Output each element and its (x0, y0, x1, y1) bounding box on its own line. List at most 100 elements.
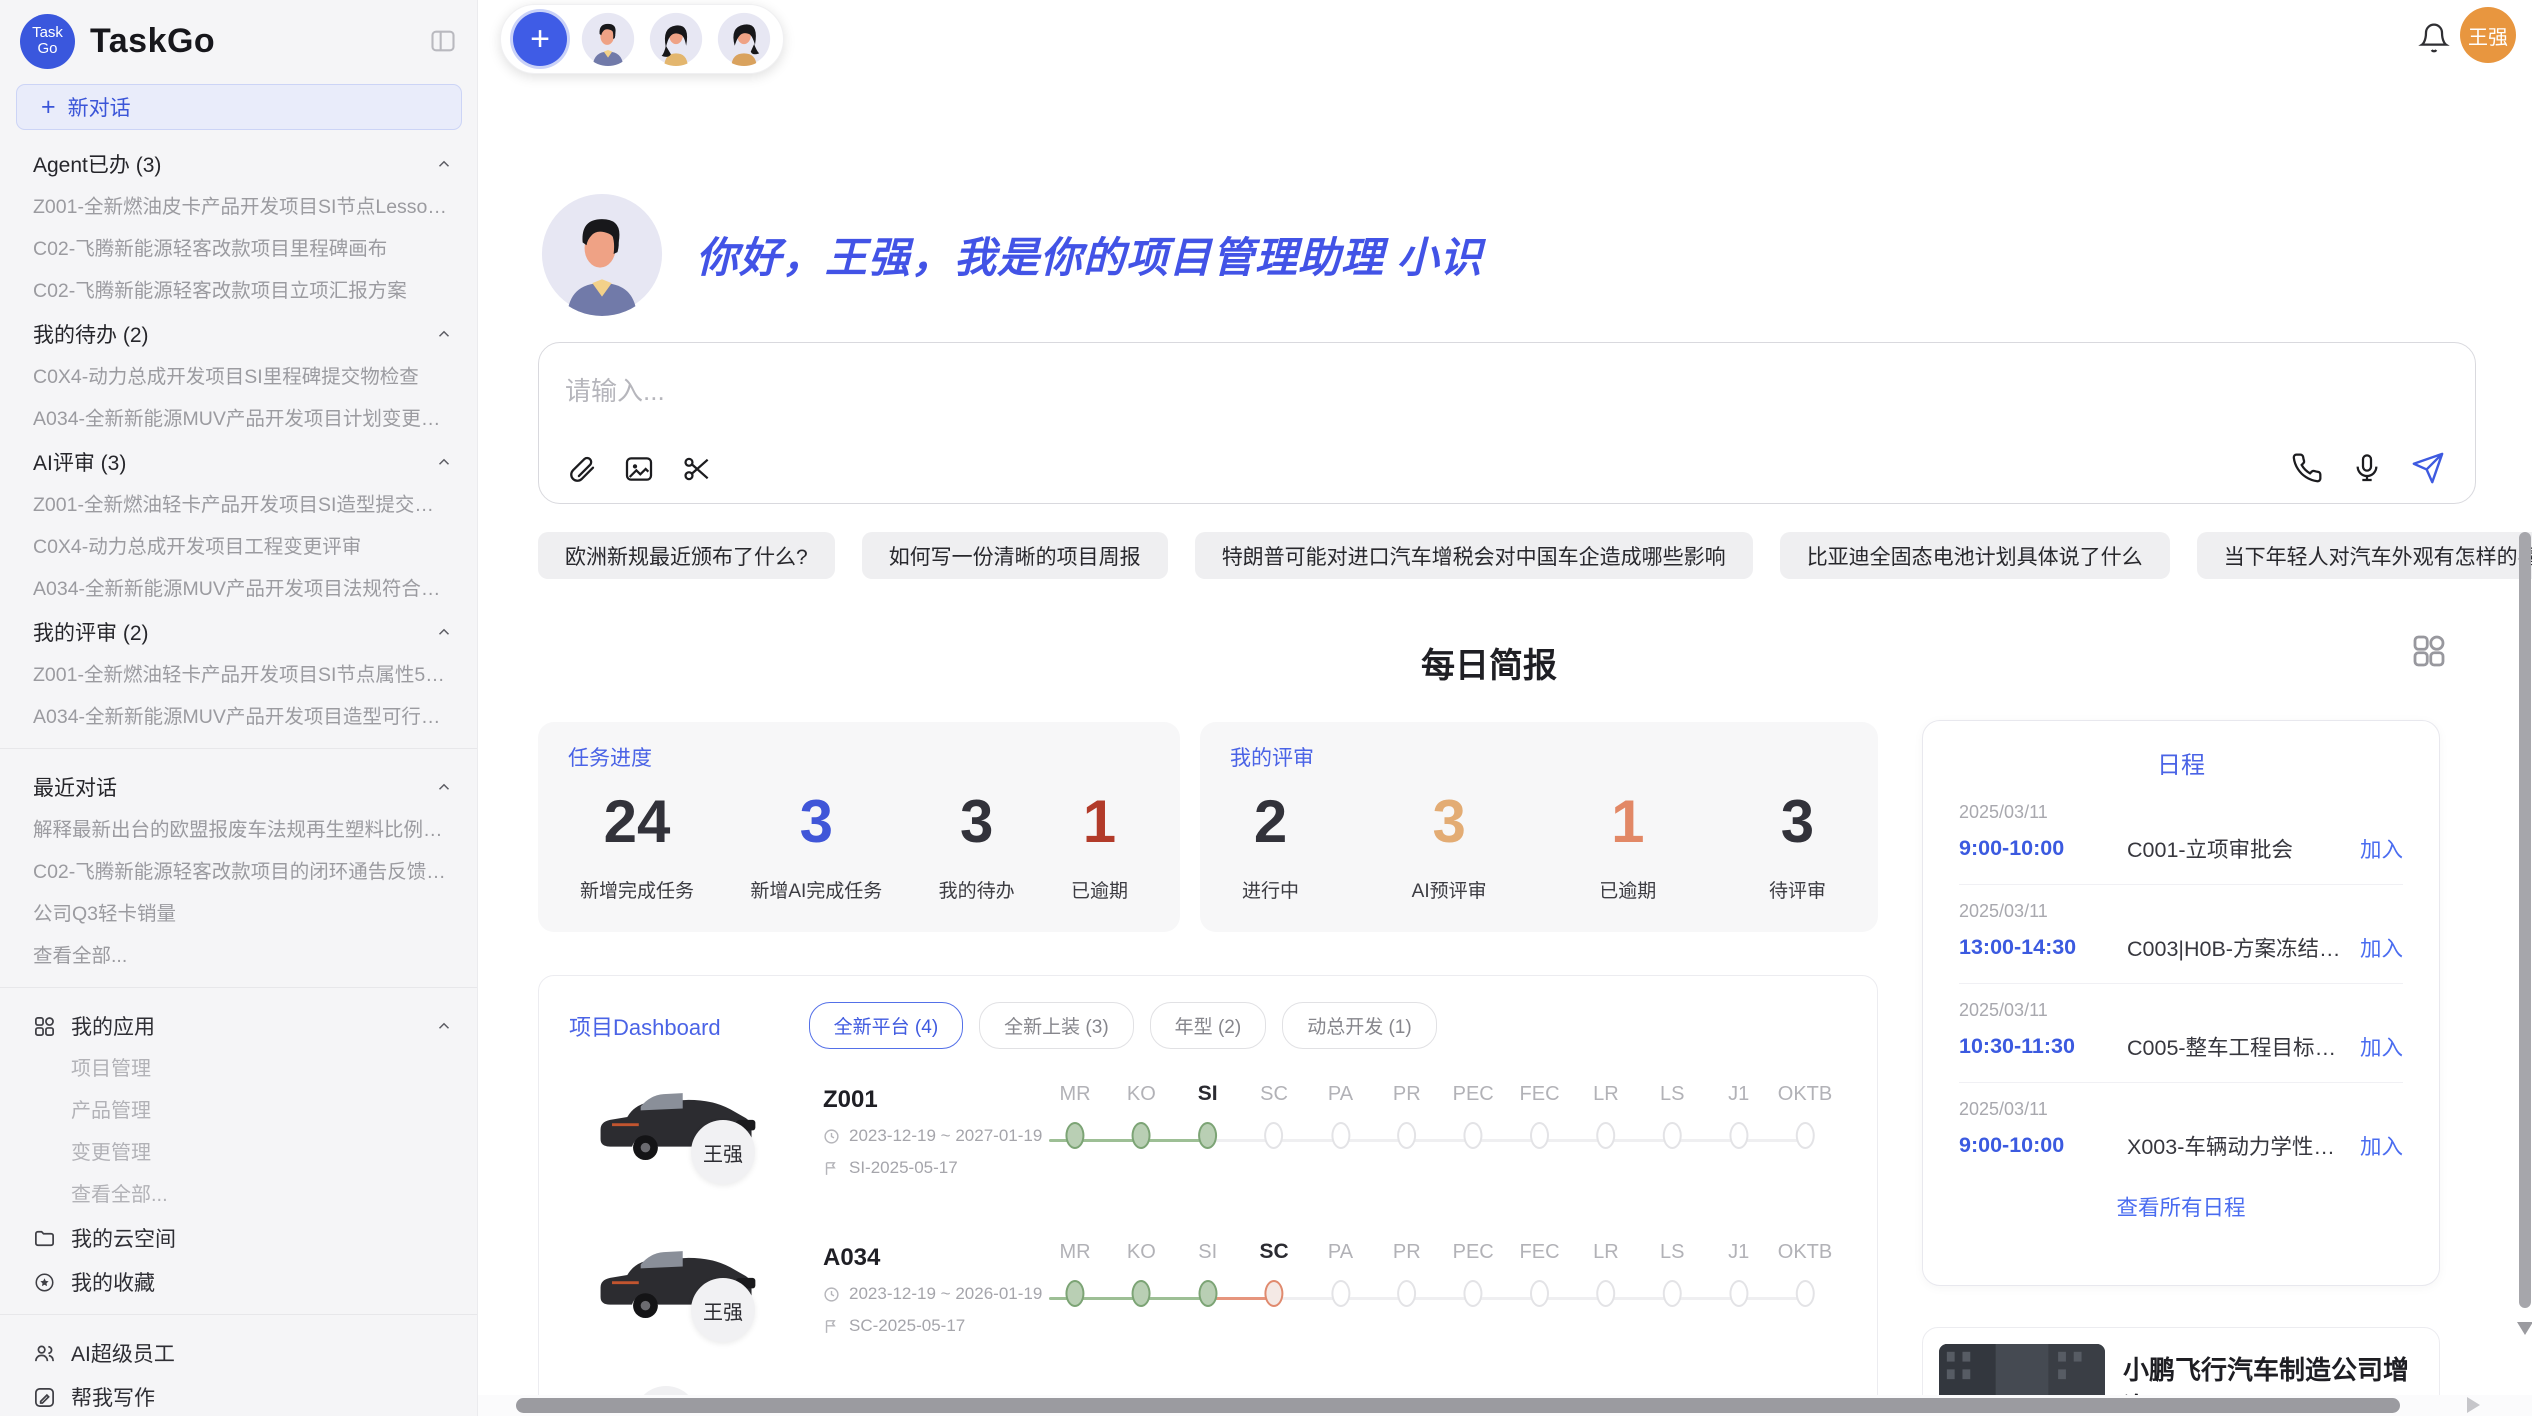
tab-new-platform[interactable]: 全新平台 (4) (809, 1002, 964, 1049)
project-dashboard-card: 项目Dashboard 全新平台 (4) 全新上装 (3) 年型 (2) 动总开… (538, 975, 1878, 1416)
new-chat-button[interactable]: + 新对话 (16, 84, 462, 130)
microphone-icon[interactable] (2351, 452, 2383, 484)
notification-bell-icon[interactable] (2418, 22, 2450, 59)
milestone-date-text: SI-2025-05-17 (849, 1158, 958, 1178)
list-item[interactable]: Z001-全新燃油轻卡产品开发项目SI节点属性5D文件评审 (33, 654, 453, 696)
milestone-stop: MR (1059, 1234, 1090, 1307)
chat-input[interactable] (565, 371, 2165, 431)
assistant-avatar (540, 192, 664, 316)
milestone-stop: LR (1593, 1076, 1619, 1149)
section-recent-chats[interactable]: 最近对话 (33, 765, 453, 809)
add-assistant-button[interactable]: + (513, 12, 567, 66)
avatar-assistant-3[interactable] (717, 12, 771, 66)
view-all-chats-link[interactable]: 查看全部... (33, 935, 453, 977)
star-badge-icon (33, 1271, 56, 1294)
milestone-dot (1530, 1122, 1549, 1149)
sidebar-item-project-mgmt[interactable]: 项目管理 (33, 1048, 453, 1090)
image-icon[interactable] (623, 453, 655, 485)
project-row[interactable]: 王强 A034 2023-12-19 ~ 2026-01-19 SC-2025-… (539, 1214, 1877, 1372)
list-item[interactable]: C0X4-动力总成开发项目SI里程碑提交物检查 (33, 356, 453, 398)
suggestion-chip[interactable]: 欧洲新规最近颁布了什么? (538, 532, 835, 579)
layout-grid-icon[interactable] (2408, 630, 2450, 677)
milestone-label: PR (1393, 1076, 1421, 1112)
input-toolbar-right (2291, 451, 2445, 485)
scroll-down-arrow-icon[interactable] (2517, 1322, 2532, 1335)
project-milestone-date: SI-2025-05-17 (823, 1158, 958, 1178)
sidebar-item-change-mgmt[interactable]: 变更管理 (33, 1132, 453, 1174)
dashboard-title: 项目Dashboard (569, 1010, 721, 1042)
milestone-label: PR (1393, 1234, 1421, 1270)
people-icon (33, 1342, 56, 1365)
milestone-timeline: MRKOSISCPAPRPECFECLRLSJ1OKTB (1063, 1234, 1821, 1354)
flag-icon (823, 1318, 840, 1335)
view-all-apps-link[interactable]: 查看全部... (33, 1174, 453, 1216)
send-icon[interactable] (2411, 451, 2445, 485)
stats-row: 2 进行中 3 AI预评审 1 已逾期 3 待评审 (1242, 790, 1826, 903)
join-link[interactable]: 加入 (2360, 1130, 2403, 1161)
milestone-stop: PA (1328, 1076, 1353, 1149)
horizontal-scrollbar-thumb[interactable] (516, 1398, 2400, 1413)
join-link[interactable]: 加入 (2360, 833, 2403, 864)
sidebar-collapse-icon[interactable] (429, 27, 457, 55)
daily-briefing-title: 每日简报 (538, 638, 2440, 687)
list-item[interactable]: A034-全新新能源MUV产品开发项目造型可行性评审 (33, 696, 453, 738)
section-ai-review[interactable]: AI评审 (3) (33, 440, 453, 484)
sidebar-item-ai-super-staff[interactable]: AI超级员工 (33, 1331, 453, 1375)
list-item[interactable]: A034-全新新能源MUV产品开发项目法规符合性评审 (33, 568, 453, 610)
chevron-up-icon (435, 623, 453, 641)
milestone-dot (1795, 1122, 1814, 1149)
list-item[interactable]: C02-飞腾新能源轻客改款项目的闭环通告反馈情况 (33, 851, 453, 893)
milestone-dot (1331, 1280, 1350, 1307)
list-item[interactable]: 解释最新出台的欧盟报废车法规再生塑料比例被调至15%... (33, 809, 453, 851)
list-item[interactable]: C02-飞腾新能源轻客改款项目里程碑画布 (33, 228, 453, 270)
project-row[interactable]: 王强 Z001 2023-12-19 ~ 2027-01-19 SI-2025-… (539, 1056, 1877, 1214)
tab-model-year[interactable]: 年型 (2) (1150, 1002, 1267, 1049)
dashboard-tabs: 全新平台 (4) 全新上装 (3) 年型 (2) 动总开发 (1) (809, 1002, 1437, 1049)
scissors-icon[interactable] (681, 453, 713, 485)
suggestion-chip[interactable]: 比亚迪全固态电池计划具体说了什么 (1780, 532, 2170, 579)
milestone-stop: FEC (1520, 1234, 1560, 1307)
sidebar-item-help-me-write[interactable]: 帮我写作 (33, 1375, 453, 1416)
list-item[interactable]: C0X4-动力总成开发项目工程变更评审 (33, 526, 453, 568)
vertical-scrollbar-thumb[interactable] (2519, 532, 2531, 1308)
stat-label: 已逾期 (1071, 876, 1128, 903)
folder-icon (33, 1227, 56, 1250)
stat-label: 新增完成任务 (580, 876, 694, 903)
join-link[interactable]: 加入 (2360, 1031, 2403, 1062)
menu-label: 帮我写作 (71, 1382, 155, 1412)
suggestion-chip[interactable]: 当下年轻人对汽车外观有怎样的喜好趋势 (2197, 532, 2532, 579)
list-item[interactable]: 公司Q3轻卡销量 (33, 893, 453, 935)
user-avatar[interactable]: 王强 (2460, 7, 2516, 63)
avatar-assistant-1[interactable] (581, 12, 635, 66)
tab-new-bodywork[interactable]: 全新上装 (3) (979, 1002, 1134, 1049)
milestone-stop: PR (1393, 1076, 1421, 1149)
chat-input-card (538, 342, 2476, 504)
milestone-dot (1198, 1280, 1217, 1307)
attachment-icon[interactable] (565, 453, 597, 485)
sidebar-item-favorites[interactable]: 我的收藏 (33, 1260, 453, 1304)
list-item[interactable]: Z001-全新燃油轻卡产品开发项目SI造型提交物评审 (33, 484, 453, 526)
tab-powertrain[interactable]: 动总开发 (1) (1282, 1002, 1437, 1049)
suggestion-chip[interactable]: 特朗普可能对进口汽车增税会对中国车企造成哪些影响 (1195, 532, 1753, 579)
section-agent-done[interactable]: Agent已办 (3) (33, 142, 453, 186)
sidebar-item-cloud-space[interactable]: 我的云空间 (33, 1216, 453, 1260)
milestone-dot (1397, 1122, 1416, 1149)
stat-label: 已逾期 (1599, 876, 1656, 903)
grid-icon (33, 1015, 56, 1038)
sidebar-item-product-mgmt[interactable]: 产品管理 (33, 1090, 453, 1132)
list-item[interactable]: Z001-全新燃油皮卡产品开发项目SI节点Lesson Learn报告 (33, 186, 453, 228)
phone-icon[interactable] (2291, 452, 2323, 484)
list-item[interactable]: A034-全新新能源MUV产品开发项目计划变更表编写 (33, 398, 453, 440)
sidebar-item-my-apps[interactable]: 我的应用 (33, 1004, 453, 1048)
divider (0, 987, 477, 988)
section-my-todo[interactable]: 我的待办 (2) (33, 312, 453, 356)
milestone-label: SI (1198, 1234, 1217, 1270)
avatar-assistant-2[interactable] (649, 12, 703, 66)
join-link[interactable]: 加入 (2360, 932, 2403, 963)
chevron-up-icon (435, 155, 453, 173)
list-item[interactable]: C02-飞腾新能源轻客改款项目立项汇报方案 (33, 270, 453, 312)
section-my-review[interactable]: 我的评审 (2) (33, 610, 453, 654)
suggestion-chip[interactable]: 如何写一份清晰的项目周报 (862, 532, 1168, 579)
scroll-right-arrow-icon[interactable] (2467, 1397, 2480, 1413)
view-all-schedule-link[interactable]: 查看所有日程 (1923, 1191, 2439, 1222)
